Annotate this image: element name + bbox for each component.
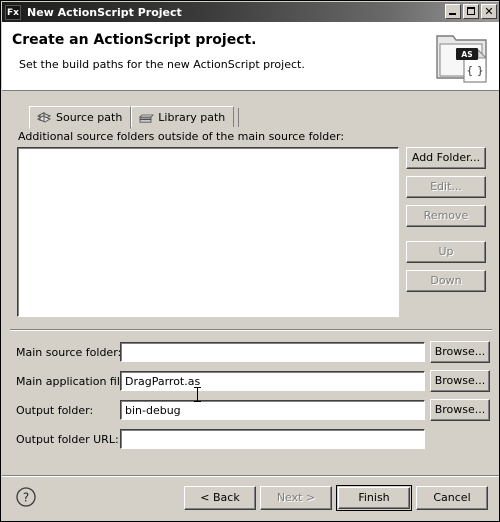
output-folder-input[interactable] <box>120 400 425 420</box>
maximize-button[interactable] <box>463 4 479 19</box>
tab-library-path[interactable]: Library path <box>131 106 235 127</box>
new-actionscript-project-dialog: Fx New ActionScript Project ✕ Create an … <box>0 0 500 522</box>
form-row-main-source-folder: Main source folder: Browse... <box>2 341 499 370</box>
main-source-folder-input[interactable] <box>120 342 425 362</box>
tab-library-path-label: Library path <box>158 110 226 124</box>
dialog-footer: ? < Back Next > Finish Cancel <box>2 475 499 521</box>
source-path-panel: Additional source folders outside of the… <box>10 126 492 317</box>
page-subtitle: Set the build paths for the new ActionSc… <box>19 58 305 71</box>
main-application-file-input[interactable] <box>120 371 425 391</box>
window-title: New ActionScript Project <box>27 5 182 19</box>
next-button[interactable]: Next > <box>260 486 332 510</box>
form-row-main-application-file: Main application file: Browse... <box>2 370 499 399</box>
move-down-button[interactable]: Down <box>406 270 486 292</box>
source-path-icon <box>36 112 52 123</box>
browse-output-folder-button[interactable]: Browse... <box>430 399 490 421</box>
additional-source-folders-list[interactable] <box>17 147 399 317</box>
tab-source-path-label: Source path <box>56 111 123 124</box>
tab-source-path[interactable]: Source path <box>29 106 132 129</box>
cancel-button[interactable]: Cancel <box>416 486 488 510</box>
output-folder-label: Output folder: <box>16 404 94 417</box>
svg-text:?: ? <box>23 491 29 505</box>
maximize-icon <box>467 7 475 15</box>
add-folder-button[interactable]: Add Folder... <box>406 147 486 169</box>
browse-main-application-file-button[interactable]: Browse... <box>430 370 490 392</box>
close-button[interactable]: ✕ <box>481 4 497 19</box>
page-title: Create an ActionScript project. <box>12 32 257 48</box>
minimize-button[interactable] <box>445 4 461 19</box>
minimize-icon <box>449 13 456 15</box>
fx-app-icon: Fx <box>5 4 21 20</box>
section-divider <box>10 329 492 331</box>
wizard-navigation-buttons: < Back Next > Finish Cancel <box>184 485 488 511</box>
help-question-icon[interactable]: ? <box>15 486 37 508</box>
svg-text:{ }: { } <box>466 64 484 77</box>
dialog-body: Source path Library path Additional sour… <box>2 91 499 476</box>
title-bar: Fx New ActionScript Project ✕ <box>2 2 499 22</box>
browse-main-source-folder-button[interactable]: Browse... <box>430 341 490 363</box>
additional-folders-label: Additional source folders outside of the… <box>18 130 345 143</box>
remove-button[interactable]: Remove <box>406 205 486 227</box>
finish-button[interactable]: Finish <box>338 487 410 509</box>
move-up-button[interactable]: Up <box>406 241 486 263</box>
list-action-buttons: Add Folder... Edit... Remove Up Down <box>406 147 486 299</box>
form-row-output-folder-url: Output folder URL: <box>2 428 499 457</box>
window-controls: ✕ <box>445 4 497 19</box>
main-application-file-label: Main application file: <box>16 375 131 388</box>
finish-button-default-outline: Finish <box>336 485 412 511</box>
edit-button[interactable]: Edit... <box>406 176 486 198</box>
project-paths-form: Main source folder: Browse... Main appli… <box>2 341 499 457</box>
output-folder-url-input[interactable] <box>120 429 425 449</box>
main-source-folder-label: Main source folder: <box>16 346 122 359</box>
back-button[interactable]: < Back <box>184 486 256 510</box>
dialog-header: Create an ActionScript project. Set the … <box>2 22 499 91</box>
tab-trailing-divider <box>238 108 240 127</box>
close-icon: ✕ <box>484 5 494 18</box>
output-folder-url-label: Output folder URL: <box>16 433 119 446</box>
actionscript-project-folder-icon: { } AS <box>436 35 488 83</box>
form-row-output-folder: Output folder: Browse... <box>2 399 499 428</box>
path-tabs: Source path Library path <box>29 106 240 129</box>
library-path-icon <box>139 114 155 123</box>
svg-text:AS: AS <box>461 50 472 59</box>
